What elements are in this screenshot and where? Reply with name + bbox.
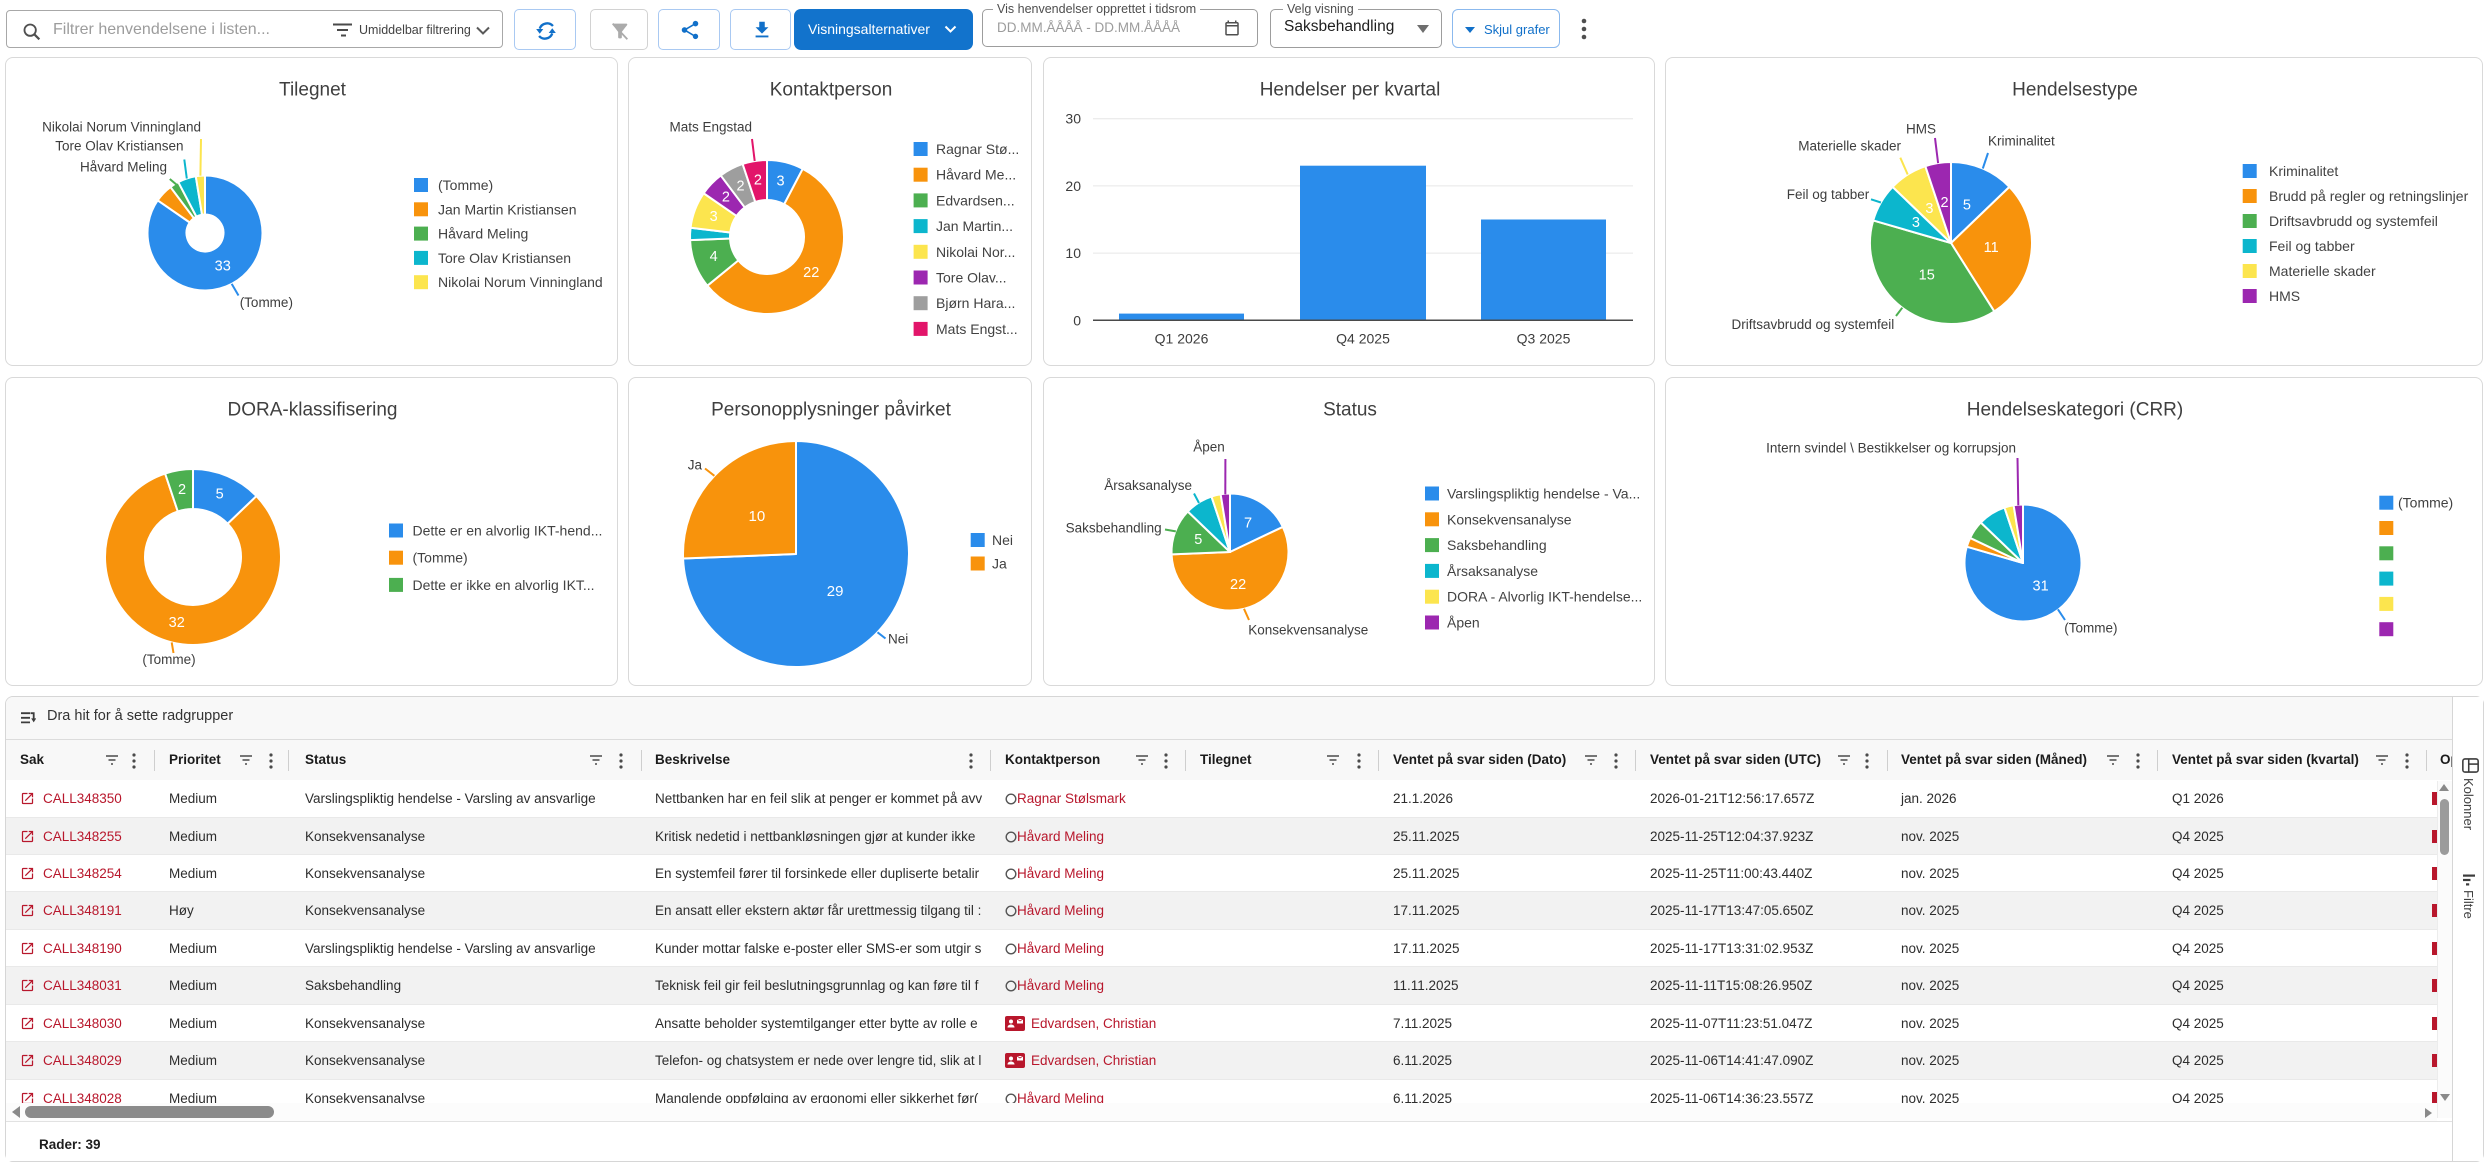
svg-text:Q3 2025: Q3 2025 xyxy=(1517,331,1571,347)
svg-text:Saksbehandling: Saksbehandling xyxy=(1447,537,1547,553)
svg-text:Håvard Me...: Håvard Me... xyxy=(936,167,1016,183)
svg-text:3: 3 xyxy=(1925,201,1933,217)
svg-text:31: 31 xyxy=(2033,578,2049,594)
svg-text:Varslingspliktig hendelse - Va: Varslingspliktig hendelse - Va... xyxy=(1447,486,1640,502)
svg-text:3: 3 xyxy=(1912,215,1920,231)
svg-text:Håvard Meling: Håvard Meling xyxy=(438,226,528,242)
svg-text:Nei: Nei xyxy=(992,532,1013,548)
svg-text:HMS: HMS xyxy=(1906,122,1936,137)
svg-text:32: 32 xyxy=(169,615,185,631)
svg-text:(Tomme): (Tomme) xyxy=(413,550,468,566)
svg-text:Driftsavbrudd og systemfeil: Driftsavbrudd og systemfeil xyxy=(2269,213,2438,229)
svg-text:DORA - Alvorlig IKT-hendelse..: DORA - Alvorlig IKT-hendelse... xyxy=(1447,589,1642,605)
svg-text:4: 4 xyxy=(710,249,718,265)
svg-text:Materielle skader: Materielle skader xyxy=(2269,263,2376,279)
svg-text:Edvardsen...: Edvardsen... xyxy=(936,192,1015,208)
svg-text:Feil og tabber: Feil og tabber xyxy=(1787,187,1870,202)
svg-text:Jan Martin Kristiansen: Jan Martin Kristiansen xyxy=(438,201,577,217)
svg-text:Driftsavbrudd og systemfeil: Driftsavbrudd og systemfeil xyxy=(1731,317,1894,332)
svg-text:Brudd på regler og retningslin: Brudd på regler og retningslinjer xyxy=(2269,188,2469,204)
svg-text:22: 22 xyxy=(803,265,819,281)
svg-text:Saksbehandling: Saksbehandling xyxy=(1066,520,1162,535)
svg-text:Tore Olav...: Tore Olav... xyxy=(936,270,1007,286)
svg-text:20: 20 xyxy=(1065,178,1081,194)
svg-text:Kontaktperson: Kontaktperson xyxy=(770,80,893,101)
svg-text:(Tomme): (Tomme) xyxy=(2064,621,2117,636)
svg-text:Årsaksanalyse: Årsaksanalyse xyxy=(1447,563,1538,579)
svg-text:(Tomme): (Tomme) xyxy=(240,295,293,310)
svg-text:Ja: Ja xyxy=(992,556,1007,572)
svg-text:Mats Engst...: Mats Engst... xyxy=(936,321,1018,337)
svg-text:15: 15 xyxy=(1919,267,1935,283)
svg-text:Åpen: Åpen xyxy=(1193,440,1225,455)
svg-text:Ja: Ja xyxy=(688,458,703,473)
svg-text:5: 5 xyxy=(1194,532,1202,548)
svg-text:Q1 2026: Q1 2026 xyxy=(1155,331,1209,347)
svg-text:2: 2 xyxy=(1940,195,1948,211)
svg-text:2: 2 xyxy=(754,173,762,189)
svg-text:(Tomme): (Tomme) xyxy=(438,177,493,193)
svg-text:Nikolai Norum Vinningland: Nikolai Norum Vinningland xyxy=(42,120,201,135)
svg-text:Kriminalitet: Kriminalitet xyxy=(1988,134,2055,149)
svg-text:Nikolai Nor...: Nikolai Nor... xyxy=(936,244,1015,260)
svg-text:3: 3 xyxy=(777,174,785,190)
svg-text:30: 30 xyxy=(1065,111,1081,127)
svg-text:29: 29 xyxy=(827,583,844,600)
svg-text:3: 3 xyxy=(710,209,718,225)
svg-text:Tore Olav Kristiansen: Tore Olav Kristiansen xyxy=(438,250,571,266)
svg-text:Materielle skader: Materielle skader xyxy=(1798,139,1901,154)
svg-text:Status: Status xyxy=(1323,400,1377,421)
svg-text:Hendelsestype: Hendelsestype xyxy=(2012,80,2138,101)
svg-text:Konsekvensanalyse: Konsekvensanalyse xyxy=(1447,511,1572,527)
svg-text:33: 33 xyxy=(215,259,231,275)
svg-text:5: 5 xyxy=(216,486,224,502)
svg-text:Ragnar Stø...: Ragnar Stø... xyxy=(936,141,1019,157)
svg-text:10: 10 xyxy=(749,508,766,525)
svg-text:Tore Olav Kristiansen: Tore Olav Kristiansen xyxy=(55,139,183,154)
svg-text:Nei: Nei xyxy=(888,632,908,647)
svg-text:Årsaksanalyse: Årsaksanalyse xyxy=(1104,478,1192,493)
svg-text:Feil og tabber: Feil og tabber xyxy=(2269,238,2355,254)
svg-text:DORA-klassifisering: DORA-klassifisering xyxy=(228,400,398,421)
svg-text:Personopplysninger påvirket: Personopplysninger påvirket xyxy=(711,400,951,421)
svg-text:Jan Martin...: Jan Martin... xyxy=(936,218,1013,234)
svg-text:2: 2 xyxy=(178,482,186,498)
svg-text:0: 0 xyxy=(1073,312,1081,328)
svg-text:Kriminalitet: Kriminalitet xyxy=(2269,163,2338,179)
svg-text:2: 2 xyxy=(736,179,744,195)
svg-text:Mats Engstad: Mats Engstad xyxy=(669,120,752,135)
svg-text:(Tomme): (Tomme) xyxy=(142,652,195,667)
svg-text:11: 11 xyxy=(1984,240,1999,256)
svg-text:Håvard Meling: Håvard Meling xyxy=(80,160,167,175)
svg-text:Hendelser per kvartal: Hendelser per kvartal xyxy=(1260,80,1441,101)
svg-text:Dette er ikke en alvorlig IKT.: Dette er ikke en alvorlig IKT... xyxy=(413,577,595,593)
svg-text:5: 5 xyxy=(1963,198,1971,214)
svg-text:22: 22 xyxy=(1230,577,1246,593)
svg-text:HMS: HMS xyxy=(2269,288,2300,304)
svg-text:Intern svindel \ Bestikkelser: Intern svindel \ Bestikkelser og korrups… xyxy=(1766,441,2016,456)
svg-text:Hendelseskategori (CRR): Hendelseskategori (CRR) xyxy=(1967,400,2183,421)
svg-text:Tilegnet: Tilegnet xyxy=(279,80,347,101)
svg-text:Dette er en alvorlig IKT-hend.: Dette er en alvorlig IKT-hend... xyxy=(413,523,603,539)
svg-text:Bjørn Hara...: Bjørn Hara... xyxy=(936,295,1015,311)
svg-text:7: 7 xyxy=(1244,515,1252,531)
svg-text:Q4 2025: Q4 2025 xyxy=(1336,331,1390,347)
svg-text:Konsekvensanalyse: Konsekvensanalyse xyxy=(1248,623,1368,638)
svg-text:Nikolai Norum Vinningland: Nikolai Norum Vinningland xyxy=(438,274,603,290)
svg-text:Åpen: Åpen xyxy=(1447,615,1480,631)
svg-text:10: 10 xyxy=(1065,245,1081,261)
svg-text:(Tomme): (Tomme) xyxy=(2398,495,2453,511)
svg-text:2: 2 xyxy=(722,190,730,206)
